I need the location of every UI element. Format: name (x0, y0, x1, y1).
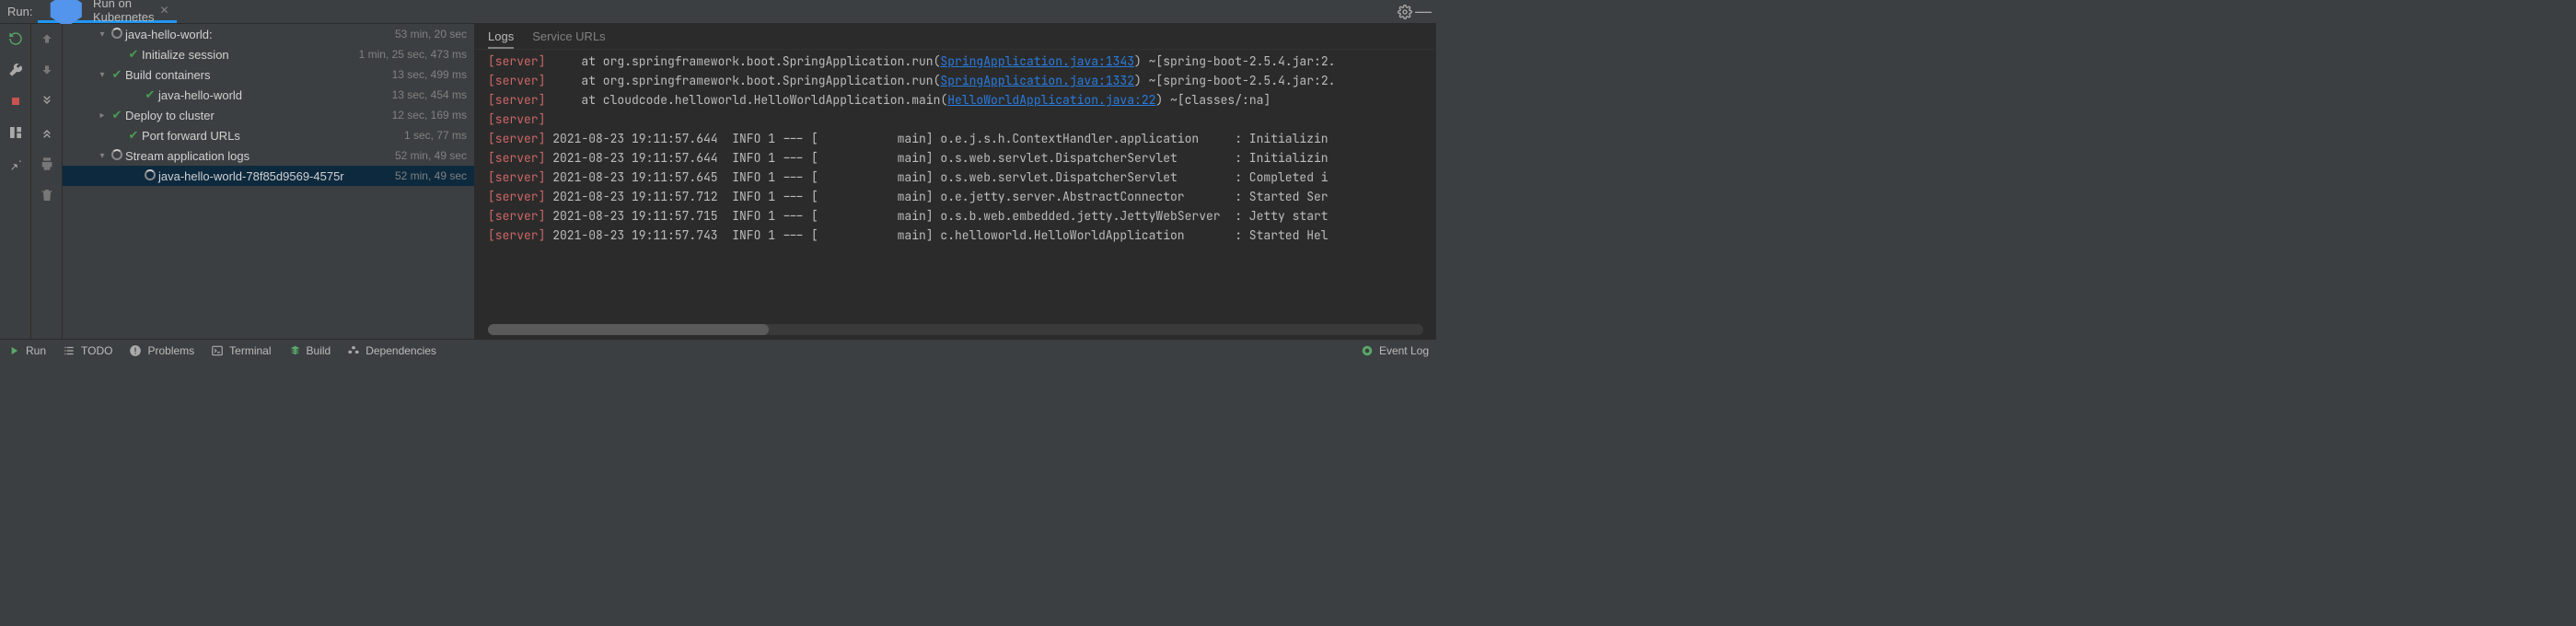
tree-node-time: 53 min, 20 sec (395, 28, 467, 41)
horizontal-scrollbar[interactable] (488, 324, 1423, 335)
trash-icon[interactable] (38, 186, 56, 204)
collapse-icon[interactable] (38, 123, 56, 142)
tree-node-name: Port forward URLs (142, 129, 240, 143)
run-config-title: Run on Kubernetes (93, 0, 154, 24)
tree-row[interactable]: java-hello-world-78f85d9569-4575r 52 min,… (63, 166, 474, 186)
chevron-down-icon[interactable]: ▾ (96, 29, 109, 40)
tree-node-time: 13 sec, 454 ms (392, 88, 467, 101)
log-line: [server] at org.springframework.boot.Spr… (488, 52, 1423, 71)
chevron-down-icon[interactable]: ▾ (96, 151, 109, 161)
check-icon: ✔ (125, 128, 142, 143)
console-tabs: Logs Service URLs (475, 24, 1436, 50)
tree-node-name: java-hello-world-78f85d9569-4575r (158, 169, 344, 183)
tree-node-time: 52 min, 49 sec (395, 169, 467, 182)
check-icon: ✔ (125, 47, 142, 62)
tree-node-name: java-hello-world (158, 88, 242, 102)
spinner-icon (109, 149, 125, 163)
source-link[interactable]: HelloWorldApplication.java:22 (947, 92, 1155, 108)
tree-row[interactable]: ▾ java-hello-world: 53 min, 20 sec (63, 24, 474, 44)
status-build[interactable]: Build (288, 344, 331, 357)
run-tree: ▾java-hello-world:53 min, 20 sec✔Initial… (63, 24, 475, 339)
tree-node-name: java-hello-world: (125, 28, 213, 41)
spinner-icon (109, 28, 125, 41)
status-bar: Run TODO Problems Terminal Build Depende… (0, 339, 1436, 361)
log-output[interactable]: [server] at org.springframework.boot.Spr… (475, 50, 1436, 324)
tree-node-name: Initialize session (142, 48, 229, 62)
tree-row[interactable]: ✔Port forward URLs 1 sec, 77 ms (63, 125, 474, 145)
tree-node-name: Build containers (125, 68, 211, 82)
log-line: [server] 2021-08-23 19:11:57.645 INFO 1 … (488, 168, 1423, 187)
run-label: Run: (7, 5, 32, 18)
close-tab-icon[interactable]: ✕ (160, 4, 169, 17)
check-icon: ✔ (109, 108, 125, 122)
status-dependencies[interactable]: Dependencies (347, 344, 436, 357)
console-panel: Logs Service URLs [server] at org.spring… (475, 24, 1436, 339)
log-line: [server] at cloudcode.helloworld.HelloWo… (488, 90, 1423, 110)
expand-icon[interactable] (38, 92, 56, 110)
check-icon: ✔ (109, 67, 125, 82)
status-problems[interactable]: Problems (129, 344, 194, 357)
printer-icon[interactable] (38, 155, 56, 173)
tree-row[interactable]: ✔java-hello-world 13 sec, 454 ms (63, 85, 474, 105)
log-line: [server] 2021-08-23 19:11:57.715 INFO 1 … (488, 206, 1423, 226)
chevron-down-icon[interactable]: ▾ (96, 70, 109, 80)
tree-node-name: Deploy to cluster (125, 109, 215, 122)
minimize-icon[interactable]: — (1414, 3, 1433, 21)
source-link[interactable]: SpringApplication.java:1332 (940, 73, 1134, 88)
settings-icon[interactable] (1396, 3, 1414, 21)
source-link[interactable]: SpringApplication.java:1343 (940, 53, 1134, 69)
log-line: [server] 2021-08-23 19:11:57.644 INFO 1 … (488, 129, 1423, 148)
tree-node-time: 13 sec, 499 ms (392, 68, 467, 81)
tree-node-time: 12 sec, 169 ms (392, 109, 467, 122)
pin-icon[interactable] (6, 155, 25, 173)
tree-node-time: 1 min, 25 sec, 473 ms (359, 48, 467, 61)
check-icon: ✔ (142, 87, 158, 102)
log-line: [server] 2021-08-23 19:11:57.743 INFO 1 … (488, 226, 1423, 245)
tab-service-urls[interactable]: Service URLs (532, 29, 605, 49)
log-line: [server] 2021-08-23 19:11:57.644 INFO 1 … (488, 148, 1423, 168)
chevron-right-icon[interactable]: ▸ (96, 110, 109, 121)
run-config-tab[interactable]: Run on Kubernetes ✕ (38, 0, 176, 23)
tree-node-time: 52 min, 49 sec (395, 149, 467, 162)
status-event-log[interactable]: Event Log (1361, 344, 1429, 357)
test-actions-gutter (31, 24, 63, 339)
run-actions-gutter (0, 24, 31, 339)
wrench-icon[interactable] (6, 61, 25, 79)
status-terminal[interactable]: Terminal (211, 344, 271, 357)
status-run[interactable]: Run (7, 344, 46, 357)
spinner-icon (142, 169, 158, 183)
tree-node-time: 1 sec, 77 ms (404, 129, 467, 142)
log-line: [server] (488, 110, 1423, 129)
log-line: [server] 2021-08-23 19:11:57.712 INFO 1 … (488, 187, 1423, 206)
down-arrow-icon[interactable] (38, 61, 56, 79)
tree-row[interactable]: ✔Initialize session 1 min, 25 sec, 473 ms (63, 44, 474, 64)
run-tool-window-header: Run: Run on Kubernetes ✕ — (0, 0, 1436, 24)
tree-row[interactable]: ▸✔Deploy to cluster 12 sec, 169 ms (63, 105, 474, 125)
rerun-icon[interactable] (6, 29, 25, 48)
up-arrow-icon[interactable] (38, 29, 56, 48)
status-todo[interactable]: TODO (63, 344, 112, 357)
stop-icon[interactable] (6, 92, 25, 110)
layout-icon[interactable] (6, 123, 25, 142)
log-line: [server] at org.springframework.boot.Spr… (488, 71, 1423, 90)
tree-row[interactable]: ▾ Stream application logs 52 min, 49 sec (63, 145, 474, 166)
tab-logs[interactable]: Logs (488, 29, 514, 49)
tree-row[interactable]: ▾✔Build containers 13 sec, 499 ms (63, 64, 474, 85)
tree-node-name: Stream application logs (125, 149, 249, 163)
